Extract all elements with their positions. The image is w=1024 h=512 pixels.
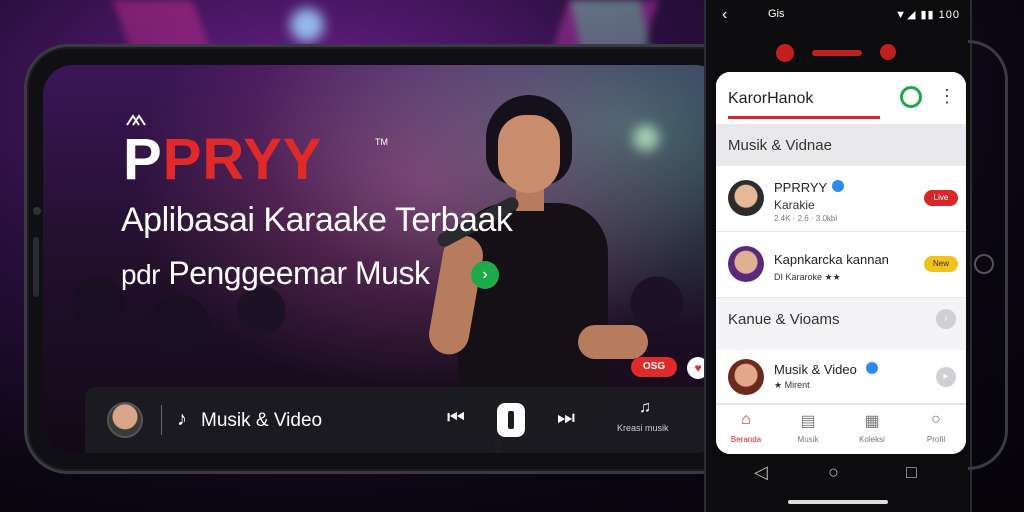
home-indicator <box>788 500 888 504</box>
portrait-phone: ‹ Gis ▼◢ ▮▮ 100 KarorHanok ⋮ Musik & Vid… <box>704 0 972 512</box>
play-pause-button[interactable] <box>497 403 525 437</box>
landscape-phone: PPRYY TM Aplibasai Karaake Terbaak pdr P… <box>24 44 744 474</box>
verified-icon <box>832 180 844 192</box>
list-item[interactable]: PPRRYY Karakie 2.4K · 2.6 · 3.0kbl Live <box>716 166 966 232</box>
title-underline <box>728 116 880 119</box>
expand-icon[interactable]: › <box>936 309 956 329</box>
record-level-bar <box>812 50 862 56</box>
section-header: Kanue & Vioams › <box>716 298 966 340</box>
brand-logo: PPRYY <box>123 127 323 192</box>
back-icon[interactable]: ‹ <box>722 6 727 24</box>
nav-back-icon[interactable]: ◁ <box>754 462 768 483</box>
verified-icon <box>866 362 878 374</box>
status-bar: ‹ Gis ▼◢ ▮▮ 100 <box>720 6 960 26</box>
bottom-tab-bar: ⌂ Beranda ▤ Musik ▦ Koleksi ○ Profil <box>716 404 966 454</box>
tab-beranda[interactable]: ⌂ Beranda <box>716 411 776 444</box>
more-menu-icon[interactable]: ⋮ <box>938 86 956 107</box>
status-app-label: Gis <box>768 8 785 20</box>
side-button[interactable] <box>974 254 994 274</box>
hero-subtagline: pdr Penggeemar Musk <box>121 255 430 291</box>
avatar <box>728 246 764 282</box>
app-screen: KarorHanok ⋮ Musik & Vidnae PPRRYY Karak… <box>716 72 966 454</box>
player-bar: ♪ Musik & Video ⏮ ⏭ ♫ Kreasi musik <box>85 387 725 453</box>
profile-icon: ○ <box>931 411 941 428</box>
previous-track-button[interactable]: ⏮ <box>447 407 465 430</box>
player-label: Musik & Video <box>201 410 323 431</box>
divider <box>161 405 162 435</box>
mic-icon[interactable] <box>880 44 896 60</box>
tab-koleksi[interactable]: ▦ Koleksi <box>842 411 902 444</box>
music-note-icon: ♪ <box>177 408 187 430</box>
record-controls <box>776 42 906 62</box>
list-item[interactable]: Kapnkarcka kannan DI Kararoke ★★ New <box>716 232 966 298</box>
play-icon[interactable]: ▸ <box>936 367 956 387</box>
tab-profil[interactable]: ○ Profil <box>906 411 966 444</box>
app-header: KarorHanok ⋮ <box>716 72 966 124</box>
app-title: KarorHanok <box>728 90 814 107</box>
chat-icon[interactable] <box>900 86 922 108</box>
home-icon: ⌂ <box>741 411 751 428</box>
next-track-button[interactable]: ⏭ <box>557 407 575 430</box>
section-header: Musik & Vidnae <box>716 124 966 166</box>
trademark: TM <box>375 137 388 147</box>
hero-tagline: Aplibasai Karaake Terbaak <box>121 201 513 239</box>
music-more-label: Kreasi musik <box>617 423 669 433</box>
music-more-icon[interactable]: ♫ <box>639 399 651 417</box>
front-camera <box>33 207 41 215</box>
nav-home-icon[interactable]: ○ <box>828 462 839 483</box>
grid-icon: ▦ <box>864 413 880 430</box>
avatar <box>728 180 764 216</box>
list-item[interactable]: Musik & Video ★ Mirent ▸ <box>716 350 966 404</box>
new-badge[interactable]: New <box>924 256 958 272</box>
hero-screen: PPRYY TM Aplibasai Karaake Terbaak pdr P… <box>43 65 725 453</box>
android-nav-bar: ◁ ○ □ <box>736 462 936 488</box>
live-badge[interactable]: Live <box>924 190 958 206</box>
tab-musik[interactable]: ▤ Musik <box>778 411 838 444</box>
record-icon[interactable] <box>776 44 794 62</box>
go-arrow-button[interactable]: › <box>471 261 499 289</box>
stage-light <box>290 8 324 42</box>
live-badge[interactable]: OSG <box>631 357 677 377</box>
avatar <box>728 359 764 395</box>
singer-image <box>425 95 658 435</box>
status-icons: ▼◢ ▮▮ 100 <box>895 9 960 21</box>
speaker-grille <box>33 237 39 297</box>
avatar[interactable] <box>107 402 143 438</box>
document-icon: ▤ <box>800 413 816 430</box>
nav-recent-icon[interactable]: □ <box>906 462 917 483</box>
